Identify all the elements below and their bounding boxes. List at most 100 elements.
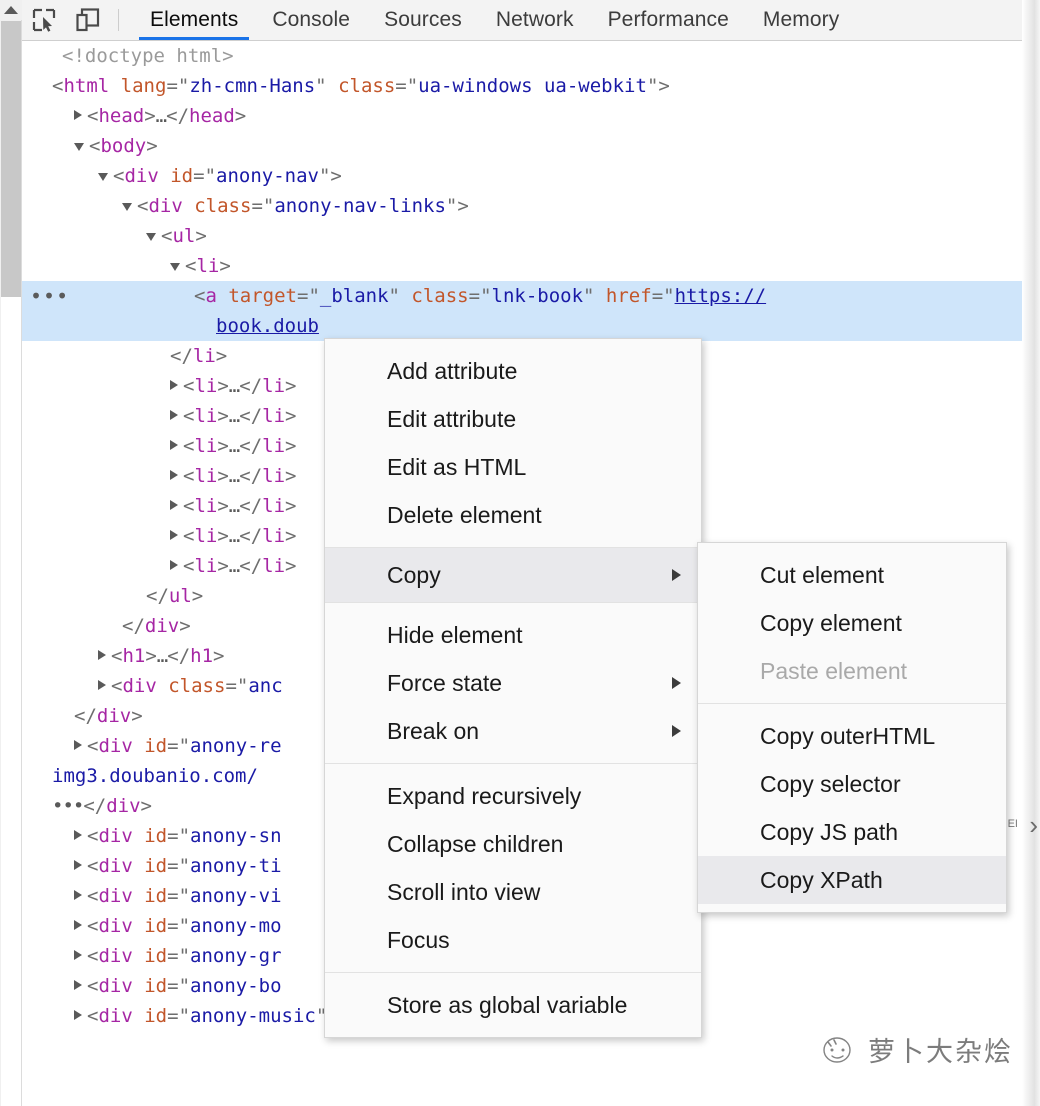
menu-item-edit-as-html[interactable]: Edit as HTML — [325, 443, 701, 491]
menu-item-collapse-children[interactable]: Collapse children — [325, 820, 701, 868]
menu-item-cut-element[interactable]: Cut element — [698, 551, 1006, 599]
sp — [133, 1005, 144, 1027]
device-toolbar-icon[interactable] — [66, 0, 110, 40]
expand-triangle-icon[interactable] — [74, 740, 82, 750]
expand-triangle-icon[interactable] — [74, 890, 82, 900]
expand-triangle-icon[interactable] — [170, 380, 178, 390]
collapsed-ellipsis: … — [229, 495, 239, 517]
dom-node-ul[interactable]: <ul> — [22, 221, 1040, 251]
attr-lang: lang — [121, 75, 167, 97]
tab-memory[interactable]: Memory — [746, 0, 856, 40]
menu-item-copy-element[interactable]: Copy element — [698, 599, 1006, 647]
dom-node-doctype[interactable]: <!doctype html> — [22, 41, 1040, 71]
copy-submenu-group-element: Cut element Copy element Paste element — [698, 543, 1006, 703]
dom-node-head[interactable]: <head>…</head> — [22, 101, 1040, 131]
scrollbar-up-arrow-icon[interactable] — [0, 0, 22, 20]
right-edge-scroll-strip[interactable] — [1022, 0, 1040, 1106]
menu-item-copy[interactable]: Copy — [325, 548, 701, 602]
sp — [157, 675, 168, 697]
menu-item-copy-js-path[interactable]: Copy JS path — [698, 808, 1006, 856]
expand-triangle-icon[interactable] — [170, 470, 178, 480]
expand-triangle-icon[interactable] — [98, 680, 106, 690]
tab-performance[interactable]: Performance — [591, 0, 746, 40]
lt: < — [87, 105, 98, 127]
element-context-menu[interactable]: Add attribute Edit attribute Edit as HTM… — [324, 338, 702, 1038]
expand-triangle-icon[interactable] — [170, 530, 178, 540]
collapse-triangle-icon[interactable] — [170, 263, 180, 271]
expand-triangle-icon[interactable] — [74, 860, 82, 870]
dom-node-html[interactable]: <html lang="zh-cmn-Hans" class="ua-windo… — [22, 71, 1040, 101]
val-href-part1[interactable]: https:// — [675, 285, 767, 307]
expand-triangle-icon[interactable] — [74, 830, 82, 840]
menu-item-break-on[interactable]: Break on — [325, 707, 701, 755]
dom-node-li-open[interactable]: <li> — [22, 251, 1040, 281]
div-tagname: div — [148, 195, 182, 217]
val-anony-mo: anony-mo — [190, 915, 282, 937]
dom-node-div-anony-nav-links[interactable]: <div class="anony-nav-links"> — [22, 191, 1040, 221]
lt: < — [111, 675, 122, 697]
expand-triangle-icon[interactable] — [98, 650, 106, 660]
menu-item-label: Scroll into view — [387, 879, 540, 906]
lt: < — [113, 165, 124, 187]
row-overflow-ellipsis[interactable]: ••• — [30, 287, 69, 305]
val-lang: zh-cmn-Hans — [189, 75, 315, 97]
menu-item-focus[interactable]: Focus — [325, 916, 701, 964]
menu-item-label: Hide element — [387, 622, 523, 649]
dom-node-body[interactable]: <body> — [22, 131, 1040, 161]
tab-elements[interactable]: Elements — [133, 0, 255, 40]
copy-submenu[interactable]: Cut element Copy element Paste element C… — [697, 542, 1007, 913]
div-tagname: div — [98, 885, 132, 907]
menu-item-copy-xpath[interactable]: Copy XPath — [698, 856, 1006, 904]
expand-triangle-icon[interactable] — [74, 1010, 82, 1020]
val-anc: anc — [248, 675, 282, 697]
div-tagname: div — [98, 1005, 132, 1027]
expand-triangle-icon[interactable] — [74, 110, 82, 120]
menu-item-copy-selector[interactable]: Copy selector — [698, 760, 1006, 808]
attr-target: target — [228, 285, 297, 307]
gt2: > — [285, 405, 296, 427]
gt: "> — [446, 195, 469, 217]
expand-triangle-icon[interactable] — [74, 950, 82, 960]
expand-triangle-icon[interactable] — [74, 920, 82, 930]
scrollbar-track[interactable] — [1, 297, 21, 1106]
collapse-triangle-icon[interactable] — [122, 203, 132, 211]
menu-item-delete-element[interactable]: Delete element — [325, 491, 701, 539]
close: </ — [166, 105, 189, 127]
li-close-tagname: li — [262, 495, 285, 517]
collapse-triangle-icon[interactable] — [74, 143, 84, 151]
dom-node-anchor-selected[interactable]: ••• <a target="_blank" class="lnk-book" … — [22, 281, 1040, 341]
menu-item-hide-element[interactable]: Hide element — [325, 611, 701, 659]
attr-id: id — [144, 825, 167, 847]
tab-sources[interactable]: Sources — [367, 0, 479, 40]
sp — [133, 975, 144, 997]
menu-item-add-attribute[interactable]: Add attribute — [325, 347, 701, 395]
menu-item-edit-attribute[interactable]: Edit attribute — [325, 395, 701, 443]
menu-item-label: Edit attribute — [387, 406, 516, 433]
gt2: > — [285, 375, 296, 397]
dom-node-div-anony-nav[interactable]: <div id="anony-nav"> — [22, 161, 1040, 191]
expand-triangle-icon[interactable] — [170, 440, 178, 450]
expand-triangle-icon[interactable] — [170, 560, 178, 570]
expand-triangle-icon[interactable] — [74, 980, 82, 990]
menu-item-force-state[interactable]: Force state — [325, 659, 701, 707]
div-close-tagname: div — [106, 795, 140, 817]
page-scrollbar[interactable] — [0, 0, 22, 1106]
chevron-right-icon[interactable]: › — [1029, 812, 1038, 838]
collapse-triangle-icon[interactable] — [98, 173, 108, 181]
menu-item-store-as-global-variable[interactable]: Store as global variable — [325, 981, 701, 1029]
menu-item-copy-outerhtml[interactable]: Copy outerHTML — [698, 712, 1006, 760]
inspect-element-icon[interactable] — [22, 0, 66, 40]
expand-triangle-icon[interactable] — [170, 500, 178, 510]
lt: < — [87, 975, 98, 997]
menu-item-expand-recursively[interactable]: Expand recursively — [325, 772, 701, 820]
scrollbar-thumb[interactable] — [1, 21, 21, 297]
div-tagname: div — [98, 915, 132, 937]
val-href-part2[interactable]: book.doub — [216, 315, 319, 337]
eq2: =" — [469, 285, 492, 307]
expand-triangle-icon[interactable] — [170, 410, 178, 420]
collapse-triangle-icon[interactable] — [146, 233, 156, 241]
lt: < — [87, 915, 98, 937]
tab-network[interactable]: Network — [479, 0, 591, 40]
tab-console[interactable]: Console — [255, 0, 367, 40]
menu-item-scroll-into-view[interactable]: Scroll into view — [325, 868, 701, 916]
